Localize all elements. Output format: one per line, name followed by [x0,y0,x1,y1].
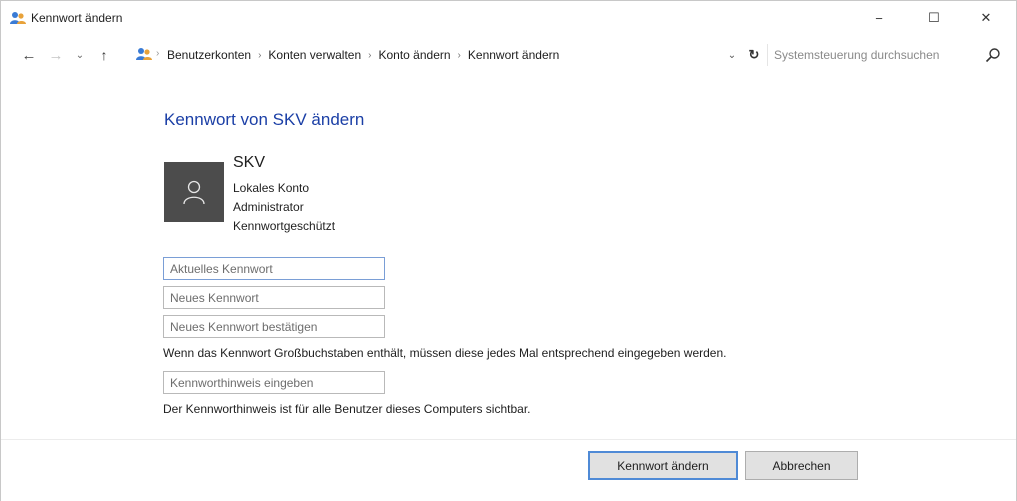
new-password-field[interactable] [163,286,385,309]
footer [1,440,1016,501]
search-icon[interactable] [985,47,1001,63]
breadcrumb: Benutzerkonten › Konten verwalten › Kont… [163,48,563,62]
page-title: Kennwort von SKV ändern [164,110,365,129]
avatar [164,162,224,222]
users-icon [136,48,152,60]
minimize-button[interactable]: − [856,1,902,35]
title-bar: Kennwort ändern − ☐ ✕ [1,1,1016,35]
account-type-label: Lokales Konto [233,181,310,195]
case-sensitivity-note: Wenn das Kennwort Großbuchstaben enthält… [163,346,727,360]
breadcrumb-item[interactable]: Konten verwalten [264,48,365,62]
hint-visibility-note: Der Kennworthinweis ist für alle Benutze… [163,402,531,416]
chevron-right-icon: › [156,48,160,59]
refresh-button[interactable]: ↻ [745,46,763,64]
back-button[interactable]: ← [19,45,39,65]
close-button[interactable]: ✕ [963,1,1009,35]
confirm-password-field[interactable] [163,315,385,338]
cancel-button[interactable]: Abbrechen [745,451,858,480]
chevron-right-icon[interactable]: › [365,50,374,61]
change-password-button[interactable]: Kennwort ändern [588,451,738,480]
current-password-field[interactable] [163,257,385,280]
password-status-label: Kennwortgeschützt [233,219,336,233]
recent-locations-button[interactable]: ⌄ [70,45,90,65]
up-button[interactable]: ↑ [94,45,114,65]
window: Kennwort ändern − ☐ ✕ ← → ⌄ ↑ › Benutzer… [0,0,1017,501]
user-silhouette-icon [183,180,205,205]
forward-button[interactable]: → [46,45,66,65]
address-dropdown-button[interactable]: ⌄ [724,47,740,63]
breadcrumb-item[interactable]: Kennwort ändern [464,48,563,62]
password-hint-field[interactable] [163,371,385,394]
maximize-button[interactable]: ☐ [911,1,957,35]
user-name: SKV [233,154,266,171]
window-title: Kennwort ändern [31,11,123,25]
breadcrumb-item[interactable]: Konto ändern [374,48,454,62]
users-icon [10,12,26,24]
address-bar: ← → ⌄ ↑ › Benutzerkonten › Konten verwal… [1,41,1016,69]
chevron-right-icon[interactable]: › [455,50,464,61]
chevron-right-icon[interactable]: › [255,50,264,61]
search-box [767,44,1007,66]
breadcrumb-item[interactable]: Benutzerkonten [163,48,255,62]
account-role-label: Administrator [233,200,304,214]
search-input[interactable] [774,46,974,64]
